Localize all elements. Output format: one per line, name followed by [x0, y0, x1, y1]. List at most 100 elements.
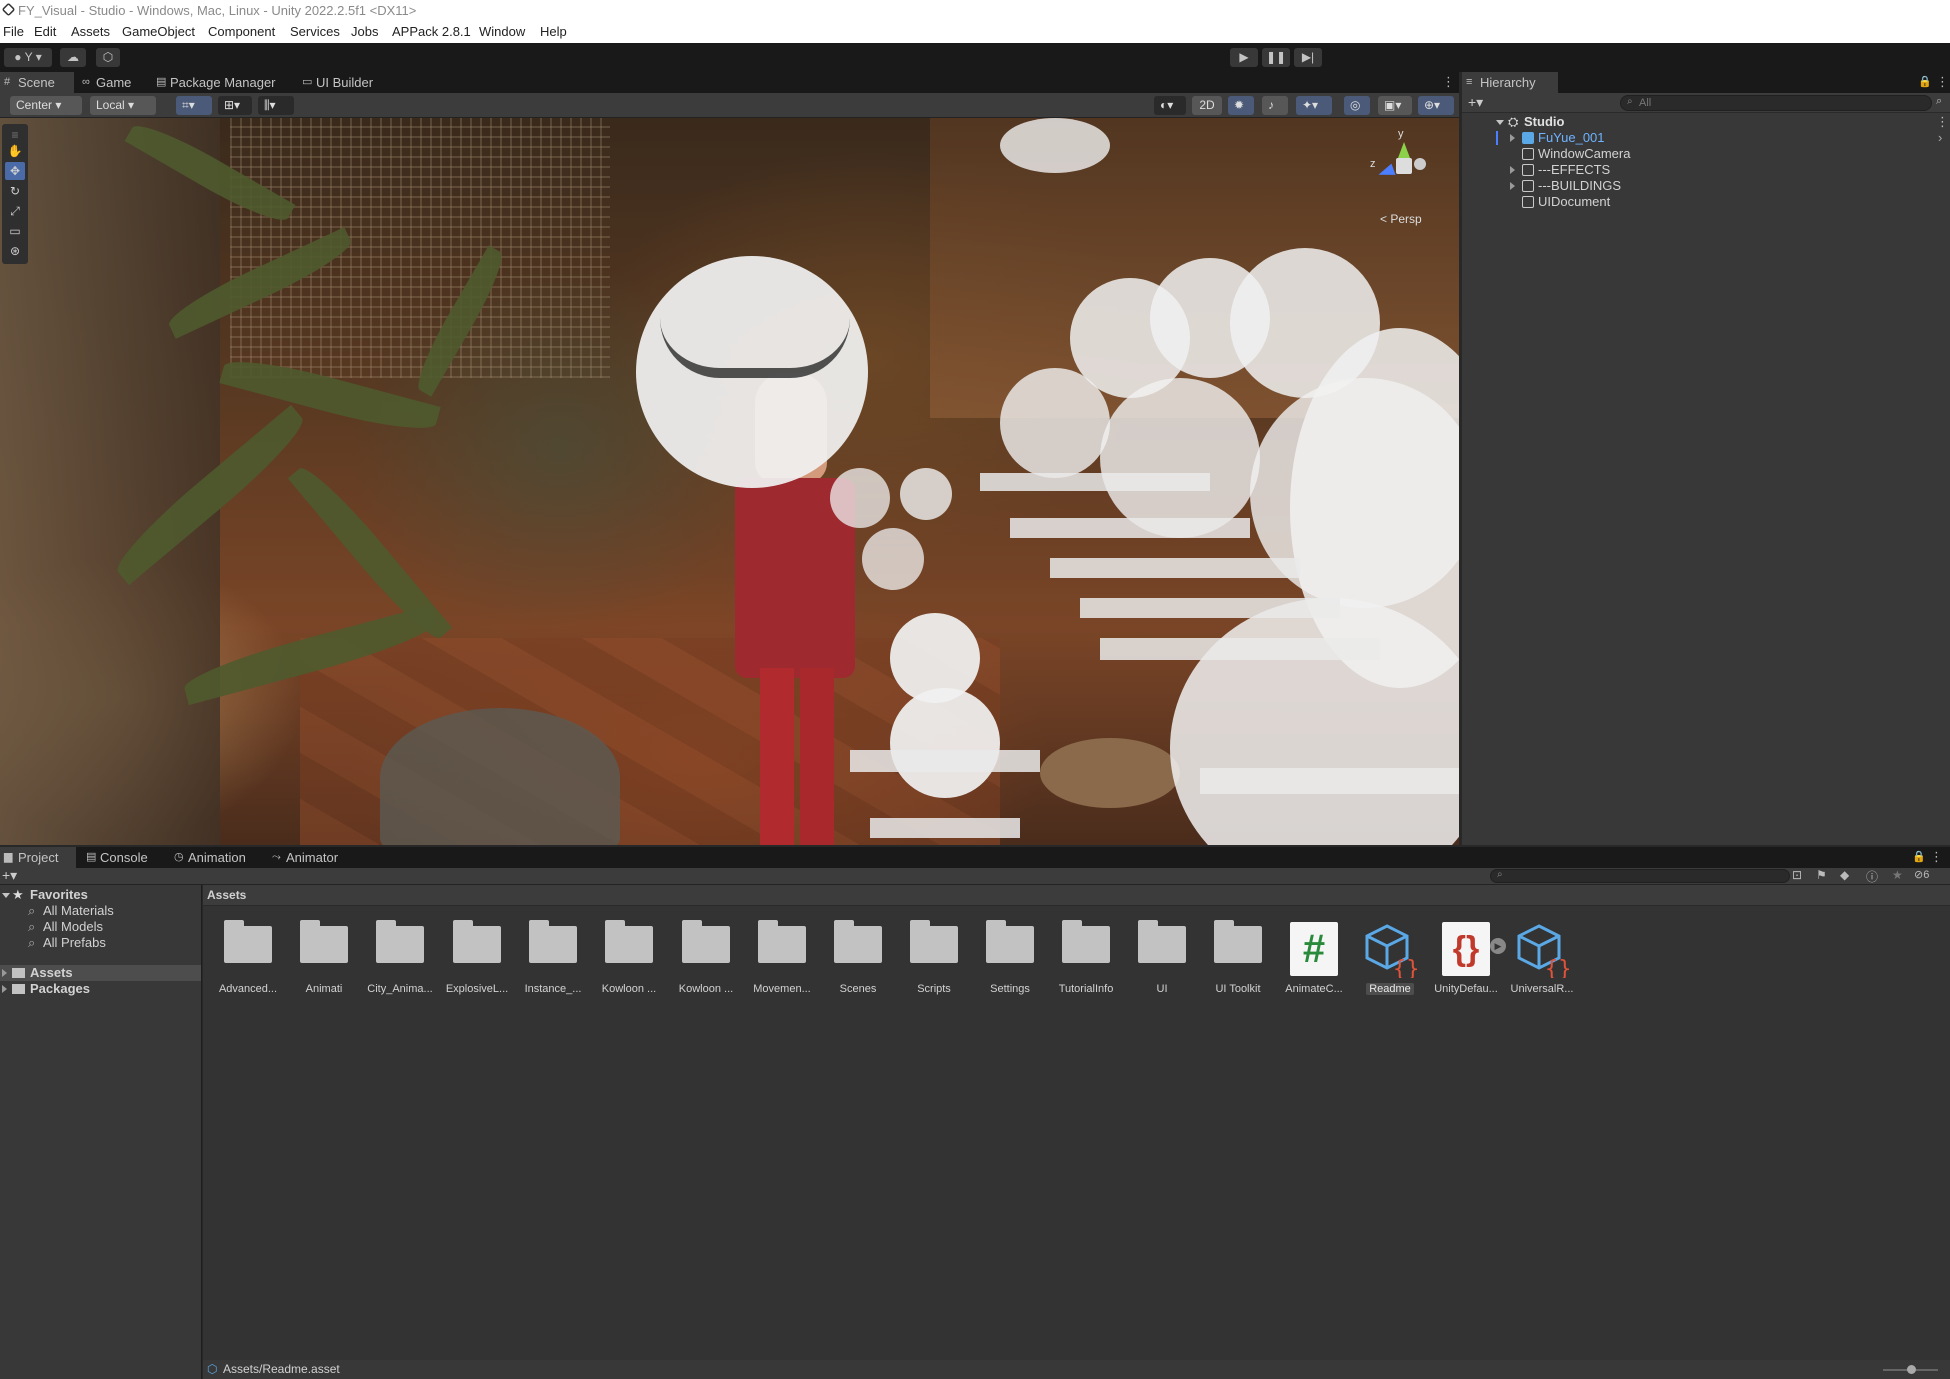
scene-visibility-icon[interactable]: ⌕	[1936, 95, 1942, 108]
lock-icon[interactable]: 🔒	[1912, 850, 1926, 863]
hierarchy-scene-row[interactable]: ⛭ Studio ⋮	[1462, 114, 1950, 130]
tree-item-assets[interactable]: Assets	[0, 965, 201, 981]
rect-tool-button[interactable]: ▭	[5, 222, 25, 240]
tab-animation[interactable]: ◷ Animation	[170, 847, 260, 868]
asset-item[interactable]: City_Anima...	[362, 918, 438, 1000]
gizmo-z-cone[interactable]	[1376, 163, 1396, 181]
scene-menu-icon[interactable]: ⋮	[1936, 114, 1949, 130]
effects-toggle[interactable]: ✦▾	[1296, 96, 1332, 115]
transform-tool-button[interactable]: ⊛	[5, 242, 25, 260]
menu-file[interactable]: File	[3, 21, 24, 43]
expand-arrow-icon[interactable]	[1510, 166, 1515, 174]
hidden-packages-toggle[interactable]: ⊘6	[1914, 868, 1929, 881]
asset-item[interactable]: Kowloon ...	[668, 918, 744, 1000]
search-by-type-icon[interactable]: ⊡	[1792, 868, 1802, 882]
asset-item[interactable]: UI	[1124, 918, 1200, 1000]
menu-component[interactable]: Component	[208, 21, 275, 43]
expand-arrow-icon[interactable]	[2, 893, 10, 898]
grid-snap-button[interactable]: ⌗▾	[176, 96, 212, 115]
menu-edit[interactable]: Edit	[34, 21, 56, 43]
asset-item[interactable]: {} ▶ UnityDefau...	[1428, 918, 1506, 1000]
asset-item[interactable]: Movemen...	[744, 918, 820, 1000]
expand-arrow-icon[interactable]	[1510, 182, 1515, 190]
visibility-toggle[interactable]: ◎	[1344, 96, 1370, 115]
asset-item[interactable]: TutorialInfo	[1048, 918, 1124, 1000]
play-button[interactable]: ▶	[1230, 48, 1258, 67]
tab-package-manager[interactable]: ▤ Package Manager	[152, 72, 284, 93]
asset-item[interactable]: UI Toolkit	[1200, 918, 1276, 1000]
audio-toggle[interactable]: ♪	[1262, 96, 1288, 115]
expand-arrow-icon[interactable]	[2, 985, 7, 993]
asset-item[interactable]: Settings	[972, 918, 1048, 1000]
menu-help[interactable]: Help	[540, 21, 567, 43]
tab-animator[interactable]: ⤳ Animator	[268, 847, 348, 868]
create-asset-button[interactable]: +▾	[2, 867, 17, 884]
tab-console[interactable]: ▤ Console	[82, 847, 158, 868]
lighting-toggle[interactable]: ✹	[1228, 96, 1254, 115]
orientation-gizmo[interactable]: y z	[1370, 128, 1450, 198]
open-prefab-arrow-icon[interactable]: ›	[1938, 130, 1942, 146]
menu-jobs[interactable]: Jobs	[351, 21, 378, 43]
account-button[interactable]: ● Y ▾	[4, 48, 52, 67]
asset-item[interactable]: Advanced...	[210, 918, 286, 1000]
asset-item[interactable]: Scripts	[896, 918, 972, 1000]
asset-item[interactable]: Kowloon ...	[591, 918, 667, 1000]
camera-settings-button[interactable]: ▣▾	[1378, 96, 1412, 115]
menu-gameobject[interactable]: GameObject	[122, 21, 195, 43]
cloud-button[interactable]: ☁	[60, 48, 86, 67]
asset-item[interactable]: Animati	[286, 918, 362, 1000]
hierarchy-item[interactable]: WindowCamera	[1462, 146, 1950, 162]
draw-mode-button[interactable]: ◐▾	[1154, 96, 1186, 115]
tab-project[interactable]: ▆ Project	[0, 847, 76, 868]
scene-viewport[interactable]: y z < Persp	[0, 118, 1459, 845]
info-icon[interactable]: ⓘ	[1866, 868, 1878, 885]
tree-item-packages[interactable]: Packages	[0, 981, 200, 997]
hierarchy-search-input[interactable]: ⌕ All	[1620, 95, 1932, 111]
gizmo-center-cube[interactable]	[1396, 158, 1412, 174]
asset-item[interactable]: {} UniversalR...	[1504, 918, 1580, 1000]
increment-snap-button[interactable]: ⫼▾	[258, 96, 294, 115]
hierarchy-menu-icon[interactable]: ⋮	[1936, 74, 1949, 90]
tab-scene[interactable]: # Scene	[0, 72, 74, 93]
scale-tool-button[interactable]: ⤢	[5, 202, 25, 220]
expand-arrow-icon[interactable]	[1496, 120, 1504, 125]
move-tool-button[interactable]: ✥	[5, 162, 25, 180]
collab-button[interactable]: ⬡	[96, 48, 120, 67]
menu-assets[interactable]: Assets	[71, 21, 110, 43]
toggle-2d-button[interactable]: 2D	[1192, 96, 1222, 115]
hand-tool-button[interactable]: ✋	[5, 142, 25, 160]
lock-icon[interactable]: 🔒	[1918, 75, 1932, 88]
asset-item[interactable]: Instance_...	[515, 918, 591, 1000]
asset-item[interactable]: {} Readme	[1352, 918, 1428, 1000]
breadcrumb-assets[interactable]: Assets	[207, 888, 246, 902]
tab-ui-builder[interactable]: ▭ UI Builder	[298, 72, 378, 93]
gizmos-button[interactable]: ⊕▾	[1418, 96, 1454, 115]
hierarchy-item[interactable]: ---BUILDINGS	[1462, 178, 1950, 194]
grid-toggle-button[interactable]: ⊞▾	[218, 96, 252, 115]
menu-services[interactable]: Services	[290, 21, 340, 43]
create-add-button[interactable]: +▾	[1468, 94, 1483, 111]
icon-size-slider-thumb[interactable]	[1907, 1365, 1916, 1374]
tab-game[interactable]: ∞ Game	[78, 72, 138, 93]
tab-hierarchy[interactable]: ≡ Hierarchy	[1462, 72, 1558, 93]
expand-arrow-icon[interactable]	[2, 969, 7, 977]
project-search-input[interactable]: ⌕	[1490, 869, 1790, 883]
asset-item[interactable]: Scenes	[820, 918, 896, 1000]
expand-arrow-icon[interactable]	[1510, 134, 1515, 142]
asset-item[interactable]: # AnimateC...	[1276, 918, 1352, 1000]
tag-icon[interactable]: ◆	[1840, 868, 1849, 882]
hierarchy-item[interactable]: UIDocument	[1462, 194, 1950, 210]
asset-item[interactable]: ExplosiveL...	[439, 918, 515, 1000]
favorite-star-icon[interactable]: ★	[1892, 868, 1903, 882]
pause-button[interactable]: ❚❚	[1262, 48, 1290, 67]
menu-window[interactable]: Window	[479, 21, 525, 43]
space-dropdown[interactable]: Local ▾	[90, 96, 156, 115]
pivot-dropdown[interactable]: Center ▾	[10, 96, 82, 115]
hierarchy-item[interactable]: ---EFFECTS	[1462, 162, 1950, 178]
rotate-tool-button[interactable]: ↻	[5, 182, 25, 200]
hierarchy-item[interactable]: FuYue_001 ›	[1462, 130, 1950, 146]
scene-tab-menu-icon[interactable]: ⋮	[1442, 74, 1455, 90]
gizmo-x-cone[interactable]	[1414, 158, 1426, 170]
search-by-label-icon[interactable]: ⚑	[1816, 868, 1827, 882]
project-menu-icon[interactable]: ⋮	[1930, 849, 1943, 865]
